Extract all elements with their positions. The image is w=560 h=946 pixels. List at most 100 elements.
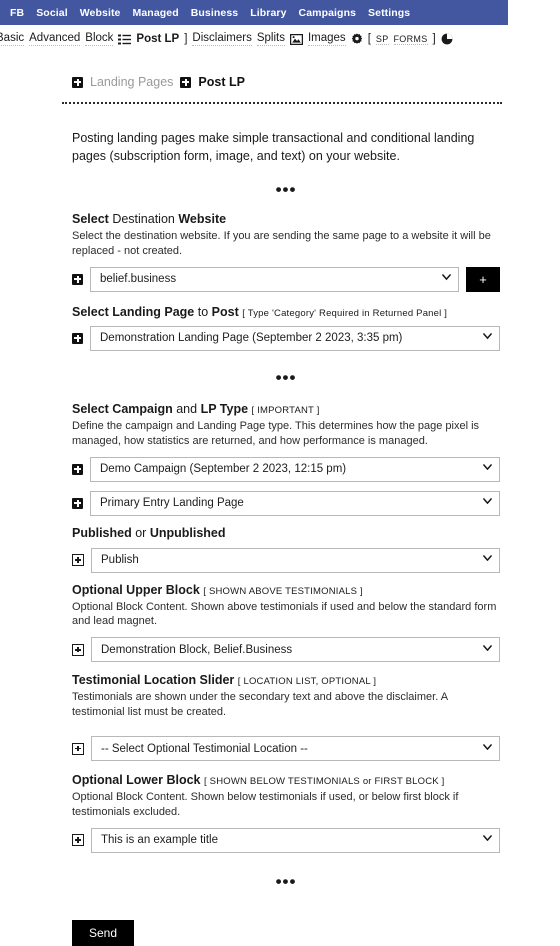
field-row-campaign: Demo Campaign (September 2 2023, 12:15 p… — [72, 456, 500, 482]
section-desc-testimonial: Testimonials are shown under the seconda… — [72, 691, 448, 719]
subnav-bracket-open: [ — [367, 33, 371, 45]
campaign-title-a: Select Campaign — [72, 401, 173, 416]
campaign-title-b: and — [176, 401, 198, 416]
plus-icon-campaign[interactable] — [72, 463, 83, 475]
field-row-landing-page: Demonstration Landing Page (September 2 … — [72, 325, 500, 351]
section-separator-1: ••• — [275, 180, 297, 200]
campaign-title-c: LP Type — [200, 401, 249, 416]
secondary-navbar: Basic Advanced Block Post LP ] Disclaime… — [0, 25, 560, 53]
gear-icon[interactable] — [351, 33, 363, 45]
destination-title-c: Website — [178, 212, 227, 227]
breadcrumb-landing-pages[interactable]: Landing Pages — [90, 75, 173, 89]
plus-icon-published[interactable] — [72, 554, 84, 567]
send-button[interactable]: Send — [72, 919, 135, 946]
subnav-forms[interactable]: FORMS — [393, 34, 428, 45]
field-row-upper-block: Demonstration Block, Belief.Business — [72, 637, 500, 663]
intro-text: Posting landing pages make simple transa… — [72, 131, 475, 164]
landing-page-title-c: Post — [211, 304, 239, 319]
landing-page-select-wrap: Demonstration Landing Page (September 2 … — [90, 325, 500, 351]
breadcrumb-post-lp: Post LP — [198, 75, 245, 89]
subnav-splits[interactable]: Splits — [256, 32, 285, 46]
subnav-bracket-close: ] — [184, 33, 188, 45]
destination-title-b: Destination — [112, 212, 175, 227]
field-row-published: Publish — [72, 547, 500, 573]
section-separator-2: ••• — [275, 367, 297, 387]
section-title-upper-block: Optional Upper Block [ SHOWN ABOVE TESTI… — [72, 583, 500, 597]
plus-icon-breadcrumb-current[interactable] — [180, 76, 192, 88]
upper-block-select[interactable]: Demonstration Block, Belief.Business — [91, 637, 500, 663]
lower-block-select-wrap: This is an example title — [91, 827, 500, 853]
campaign-select-wrap: Demo Campaign (September 2 2023, 12:15 p… — [90, 456, 500, 482]
section-title-testimonial: Testimonial Location Slider [ LOCATION L… — [72, 673, 500, 687]
field-row-testimonial: -- Select Optional Testimonial Location … — [72, 736, 500, 761]
section-title-landing-page: Select Landing Page to Post [ Type 'Cate… — [72, 305, 500, 319]
nav-item-fb[interactable]: FB — [4, 7, 30, 19]
plus-icon-upper-block[interactable] — [72, 643, 84, 656]
published-title-a: Published — [72, 525, 132, 540]
testimonial-location-select[interactable]: -- Select Optional Testimonial Location … — [91, 736, 500, 761]
plus-icon-lp-type[interactable] — [72, 497, 83, 509]
image-icon[interactable] — [289, 33, 303, 45]
subnav-basic[interactable]: Basic — [0, 32, 25, 46]
subnav-bracket-close-2: ] — [432, 33, 436, 45]
lp-type-select[interactable]: Primary Entry Landing Page — [90, 490, 500, 516]
lp-type-select-wrap: Primary Entry Landing Page — [90, 490, 500, 516]
section-separator-3: ••• — [275, 871, 297, 891]
pie-chart-icon[interactable] — [441, 33, 453, 45]
field-row-lower-block: This is an example title — [72, 827, 500, 853]
destination-select-wrap: belief.business — [90, 266, 459, 292]
testimonial-tag: [ LOCATION LIST, OPTIONAL ] — [237, 676, 377, 688]
testimonial-title: Testimonial Location Slider — [72, 673, 235, 688]
plus-icon-landing-page[interactable] — [72, 332, 83, 344]
add-website-button[interactable]: + — [466, 266, 500, 292]
footer-actions: Send — [0, 890, 560, 946]
landing-page-title-b: to — [197, 304, 209, 319]
landing-page-tag: [ Type 'Category' Required in Returned P… — [242, 307, 448, 319]
section-desc-campaign: Define the campaign and Landing Page typ… — [72, 419, 480, 447]
campaign-select[interactable]: Demo Campaign (September 2 2023, 12:15 p… — [90, 456, 500, 482]
section-desc-lower-block: Optional Block Content. Shown below test… — [72, 791, 459, 818]
section-title-campaign: Select Campaign and LP Type [ IMPORTANT … — [72, 402, 500, 416]
nav-item-managed[interactable]: Managed — [127, 7, 185, 19]
subnav-images[interactable]: Images — [307, 32, 346, 46]
upper-block-tag: [ SHOWN ABOVE TESTIMONIALS ] — [203, 585, 363, 597]
lower-block-title: Optional Lower Block — [72, 773, 201, 787]
published-title-b: or — [135, 525, 147, 540]
nav-item-social[interactable]: Social — [30, 7, 74, 19]
section-title-lower-block: Optional Lower Block [ SHOWN BELOW TESTI… — [72, 773, 500, 787]
destination-title-a: Select — [72, 212, 109, 227]
published-select-wrap: Publish — [91, 547, 500, 573]
nav-item-campaigns[interactable]: Campaigns — [293, 7, 363, 19]
campaign-tag: [ IMPORTANT ] — [251, 404, 320, 416]
field-row-lp-type: Primary Entry Landing Page — [72, 490, 500, 516]
nav-item-business[interactable]: Business — [185, 7, 245, 19]
upper-block-title: Optional Upper Block — [72, 582, 200, 597]
divider-dotted — [62, 102, 502, 104]
subnav-disclaimers[interactable]: Disclaimers — [192, 32, 252, 46]
landing-page-select[interactable]: Demonstration Landing Page (September 2 … — [90, 325, 500, 351]
field-row-destination: belief.business + — [72, 266, 500, 292]
plus-icon-breadcrumb-parent[interactable] — [72, 76, 83, 88]
destination-website-select[interactable]: belief.business — [90, 266, 459, 292]
lower-block-select[interactable]: This is an example title — [91, 827, 500, 853]
section-desc-destination: Select the destination website. If you a… — [72, 230, 491, 258]
nav-item-settings[interactable]: Settings — [362, 7, 416, 19]
subnav-advanced[interactable]: Advanced — [29, 32, 81, 46]
published-title-c: Unpublished — [149, 525, 226, 540]
subnav-sp[interactable]: SP — [375, 34, 389, 45]
subnav-post-lp[interactable]: Post LP — [136, 33, 179, 46]
primary-navbar: FB Social Website Managed Business Libra… — [0, 0, 508, 25]
published-state-select[interactable]: Publish — [91, 547, 500, 573]
testimonial-select-wrap: -- Select Optional Testimonial Location … — [91, 736, 500, 761]
nav-item-library[interactable]: Library — [244, 7, 292, 19]
section-desc-upper-block: Optional Block Content. Shown above test… — [72, 600, 497, 628]
upper-block-select-wrap: Demonstration Block, Belief.Business — [91, 637, 500, 663]
list-icon[interactable] — [118, 34, 132, 45]
nav-item-website[interactable]: Website — [74, 7, 127, 19]
page-content: Landing Pages Post LP Posting landing pa… — [0, 75, 560, 890]
landing-page-title-a: Select Landing Page — [72, 304, 195, 319]
plus-icon-lower-block[interactable] — [72, 834, 84, 847]
subnav-block[interactable]: Block — [85, 32, 114, 46]
plus-icon-destination[interactable] — [72, 273, 83, 285]
plus-icon-testimonial[interactable] — [72, 742, 84, 755]
